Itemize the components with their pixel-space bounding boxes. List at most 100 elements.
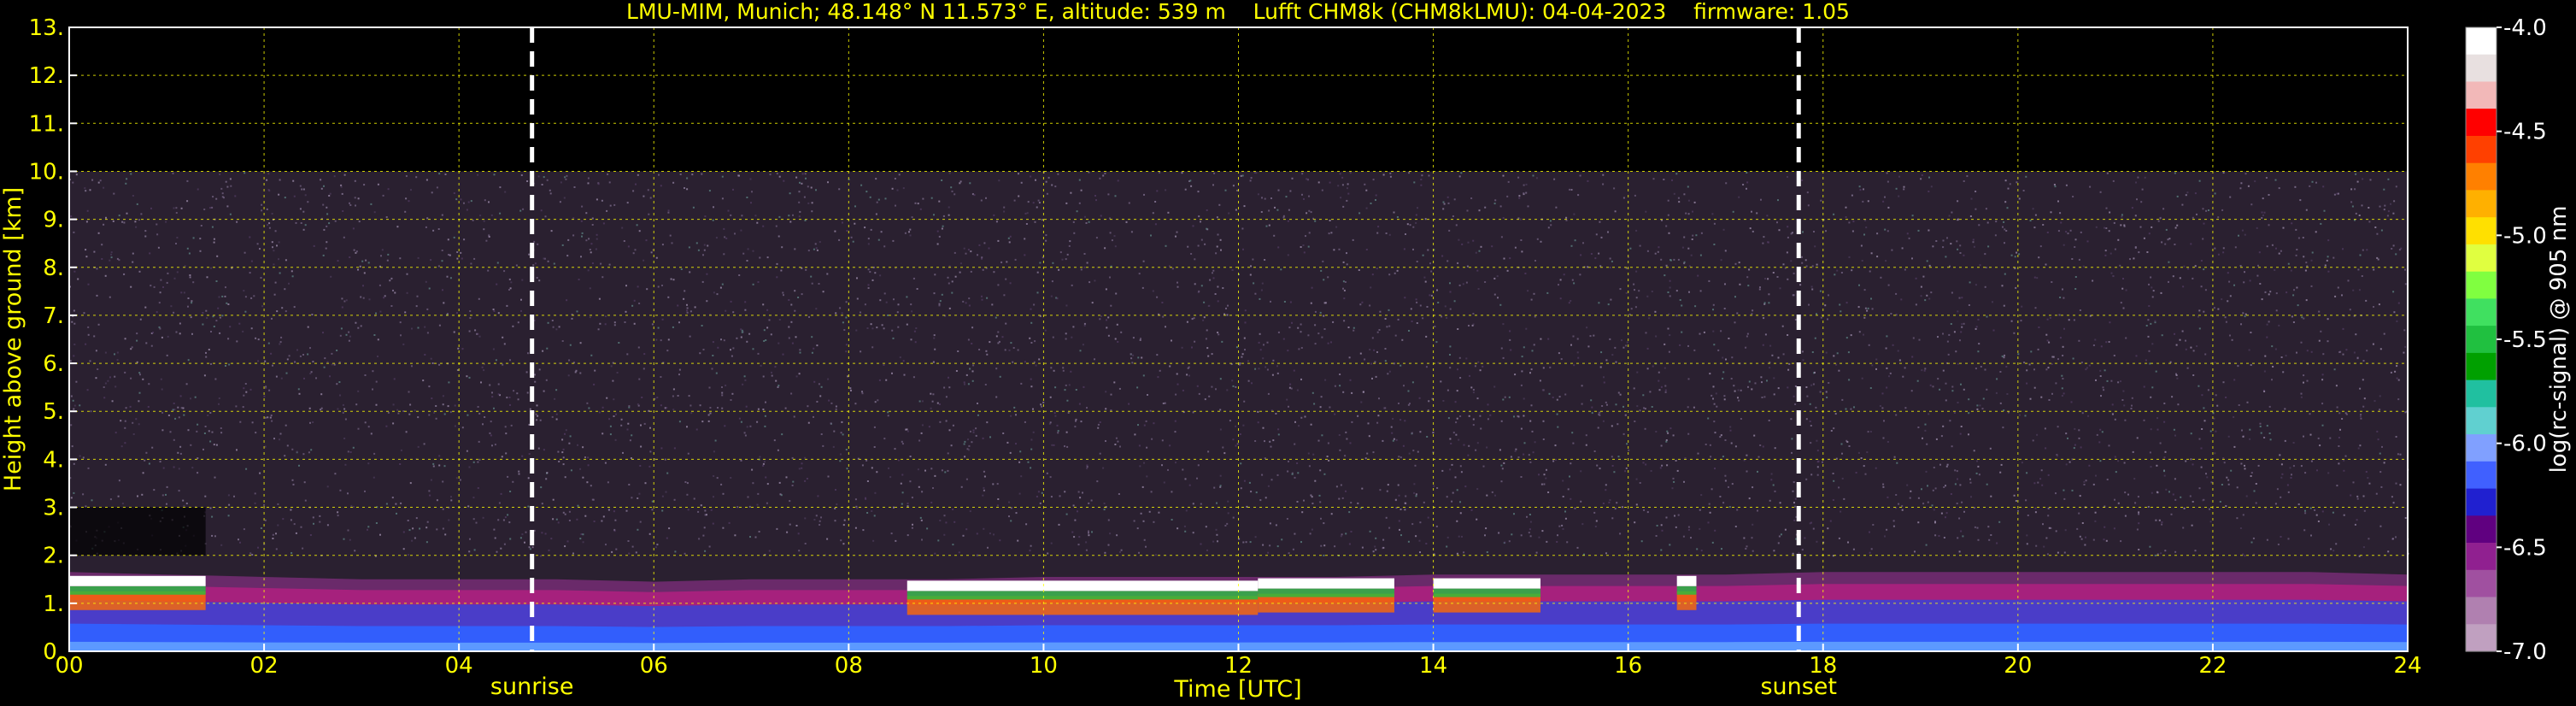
noise-dot: [1114, 338, 1117, 340]
noise-dot: [1289, 190, 1292, 192]
noise-dot: [527, 352, 529, 355]
noise-dot: [1217, 300, 1219, 303]
noise-dot: [938, 235, 941, 238]
noise-dot: [209, 440, 212, 443]
noise-dot: [1136, 386, 1139, 389]
noise-dot: [2037, 481, 2039, 484]
noise-dot: [955, 370, 958, 372]
noise-dot: [390, 305, 393, 307]
noise-dot: [869, 271, 871, 274]
noise-dot: [1794, 385, 1797, 387]
noise-dot: [1746, 454, 1748, 456]
noise-dot: [1994, 234, 1997, 237]
noise-dot: [2205, 473, 2207, 475]
noise-dot: [2047, 367, 2050, 369]
noise-dot: [2121, 399, 2124, 401]
noise-dot: [1903, 188, 1905, 191]
noise-dot: [1887, 230, 1889, 232]
noise-dot: [589, 287, 591, 290]
noise-dot: [806, 478, 808, 479]
noise-dot: [387, 188, 390, 191]
noise-dot: [1085, 549, 1088, 551]
noise-dot: [1890, 313, 1892, 315]
noise-dot: [1605, 484, 1607, 486]
noise-dot: [214, 378, 217, 380]
noise-dot: [2025, 499, 2027, 502]
noise-dot: [634, 249, 637, 251]
noise-dot: [167, 335, 169, 338]
noise-dot: [558, 461, 560, 462]
noise-dot: [1351, 391, 1353, 394]
noise-dot: [355, 204, 356, 207]
noise-dot: [721, 175, 724, 178]
noise-dot: [1776, 221, 1778, 224]
noise-dot: [1918, 338, 1921, 341]
noise-dot: [526, 180, 529, 182]
noise-dot: [1349, 442, 1352, 444]
noise-dot: [409, 403, 412, 406]
noise-dot: [1119, 445, 1121, 448]
noise-dot: [137, 495, 138, 497]
noise-dot: [1714, 432, 1716, 434]
noise-dot: [2117, 238, 2120, 241]
noise-dot: [622, 451, 624, 454]
noise-dot: [1151, 438, 1153, 440]
noise-dot: [1545, 477, 1547, 479]
noise-dot: [712, 219, 714, 221]
noise-dot: [2284, 408, 2286, 410]
noise-dot: [1523, 442, 1526, 444]
noise-dot: [2202, 208, 2204, 210]
noise-dot: [938, 303, 941, 305]
noise-dot: [1517, 456, 1520, 458]
noise-dot: [580, 220, 583, 222]
noise-dot: [791, 485, 794, 486]
noise-dot: [1269, 440, 1271, 443]
noise-dot: [1332, 321, 1335, 323]
noise-dot: [189, 274, 191, 276]
noise-dot: [426, 521, 429, 523]
noise-dot: [1713, 244, 1716, 245]
noise-dot: [2105, 207, 2108, 209]
noise-dot: [1327, 342, 1329, 344]
noise-dot: [135, 418, 138, 421]
noise-dot: [1996, 542, 1998, 544]
noise-dot: [2121, 287, 2124, 290]
noise-dot: [1959, 244, 1962, 247]
noise-dot: [613, 415, 615, 417]
noise-dot: [1025, 223, 1028, 225]
noise-dot: [1224, 189, 1227, 191]
noise-dot: [1245, 541, 1247, 544]
noise-dot: [2209, 430, 2212, 432]
noise-dot: [1869, 270, 1871, 273]
noise-dot: [1867, 431, 1869, 433]
noise-dot: [1303, 251, 1306, 254]
noise-dot: [932, 393, 935, 396]
noise-dot: [2351, 205, 2354, 208]
noise-dot: [764, 415, 766, 417]
noise-dot: [879, 299, 882, 302]
noise-dot: [1486, 494, 1488, 497]
noise-dot: [742, 383, 744, 385]
noise-dot: [179, 452, 182, 455]
noise-dot: [1806, 191, 1809, 194]
noise-dot: [1617, 391, 1620, 394]
noise-dot: [1667, 291, 1669, 293]
noise-dot: [1728, 485, 1729, 488]
noise-dot: [1579, 274, 1581, 276]
noise-dot: [1697, 274, 1699, 277]
noise-dot: [226, 205, 229, 208]
noise-dot: [945, 521, 948, 524]
noise-dot: [1933, 509, 1935, 511]
noise-dot: [2368, 207, 2370, 209]
noise-dot: [2300, 465, 2303, 468]
noise-dot: [1829, 520, 1832, 522]
noise-dot: [969, 368, 971, 370]
noise-dot: [684, 552, 686, 555]
noise-dot: [1723, 398, 1726, 401]
noise-dot: [2140, 201, 2143, 203]
noise-dot: [2377, 438, 2379, 441]
noise-dot: [951, 280, 954, 283]
noise-dot: [339, 489, 342, 491]
noise-dot: [1449, 438, 1452, 440]
noise-dot: [1809, 421, 1811, 422]
